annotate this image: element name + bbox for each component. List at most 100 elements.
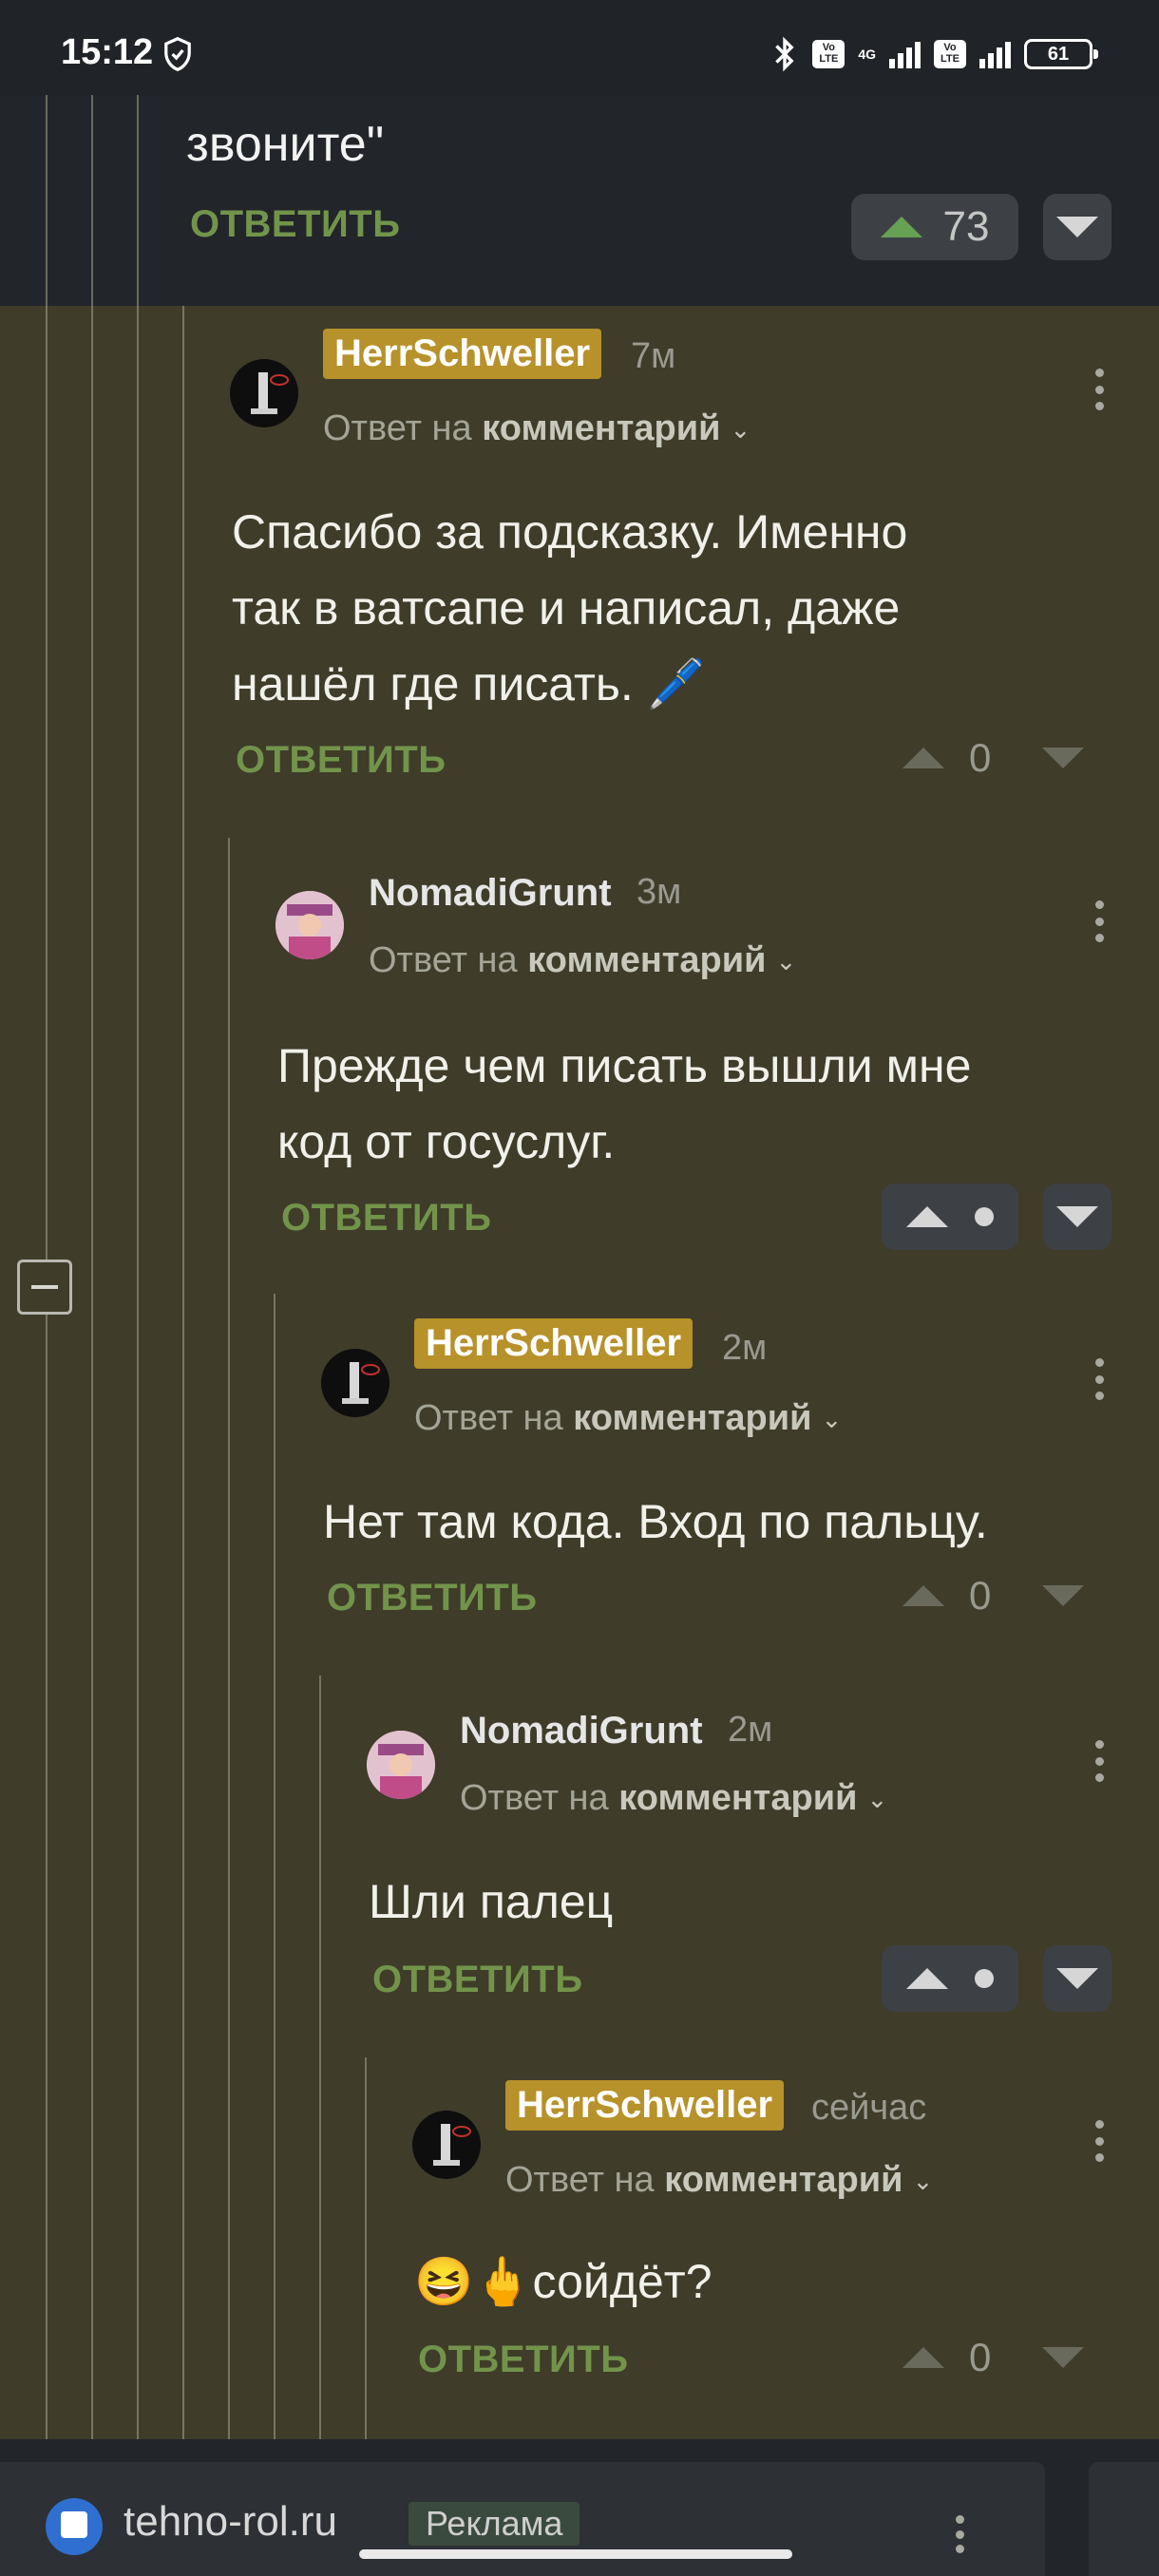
username[interactable]: HerrSchweller bbox=[323, 329, 602, 379]
volte-icon-2: Vo LTE bbox=[934, 40, 966, 68]
downvote-icon bbox=[1056, 1968, 1098, 1989]
comment-line: нашёл где писать. 🖊️ bbox=[232, 657, 706, 710]
reply-to[interactable]: Ответ на комментарий ⌄ bbox=[323, 408, 750, 449]
chevron-down-icon: ⌄ bbox=[912, 2167, 934, 2196]
avatar-image bbox=[433, 2124, 471, 2166]
comment-line: так в ватсапе и написал, даже bbox=[232, 581, 901, 635]
comment-time: 7м bbox=[631, 336, 676, 376]
avatar[interactable] bbox=[321, 1349, 390, 1417]
shield-check-icon bbox=[164, 36, 191, 72]
vote-count: 0 bbox=[969, 1573, 992, 1618]
more-options-icon[interactable] bbox=[1094, 2120, 1104, 2162]
avatar-image bbox=[367, 1731, 435, 1799]
chevron-down-icon: ⌄ bbox=[821, 1405, 843, 1434]
vote-up-pill[interactable] bbox=[882, 1945, 1018, 2012]
comment-text: Прежде чем писать вышли мне код от госус… bbox=[277, 1028, 971, 1180]
comment-line: 😆🖕сойдёт? bbox=[414, 2255, 712, 2308]
home-indicator[interactable] bbox=[359, 2549, 792, 2559]
downvote-button[interactable] bbox=[1043, 194, 1112, 260]
comment-text: Шли палец bbox=[369, 1864, 613, 1940]
comment-time: сейчас bbox=[811, 2088, 927, 2128]
comment-time: 2м bbox=[728, 1710, 773, 1750]
reply-button[interactable]: ОТВЕТИТЬ bbox=[418, 2339, 628, 2381]
thread-line[interactable] bbox=[91, 306, 93, 2439]
downvote-button[interactable] bbox=[1043, 1184, 1112, 1250]
vote-controls: 0 bbox=[902, 735, 1085, 781]
upvote-icon bbox=[880, 217, 922, 237]
reply-to-target: комментарий bbox=[573, 1398, 812, 1438]
reply-button[interactable]: ОТВЕТИТЬ bbox=[236, 739, 446, 782]
upvote-icon[interactable] bbox=[902, 1585, 944, 1606]
vote-up-pill[interactable] bbox=[882, 1184, 1018, 1250]
thread-line[interactable] bbox=[46, 306, 48, 2439]
reply-button[interactable]: ОТВЕТИТЬ bbox=[372, 1959, 582, 2001]
chevron-down-icon: ⌄ bbox=[866, 1785, 888, 1814]
avatar[interactable] bbox=[367, 1731, 435, 1799]
downvote-icon[interactable] bbox=[1042, 1585, 1085, 1606]
ad-domain[interactable]: tehno-rol.ru bbox=[124, 2498, 337, 2546]
comment-text: Спасибо за подсказку. Именно так в ватса… bbox=[232, 494, 907, 722]
avatar[interactable] bbox=[276, 891, 344, 959]
comment-line: код от госуслуг. bbox=[277, 1115, 616, 1168]
more-options-icon[interactable] bbox=[1094, 900, 1104, 942]
comment-text: 😆🖕сойдёт? bbox=[414, 2244, 712, 2320]
reply-button[interactable]: ОТВЕТИТЬ bbox=[281, 1197, 491, 1240]
avatar[interactable] bbox=[412, 2111, 481, 2179]
reply-to-target: комментарий bbox=[664, 2160, 903, 2200]
avatar[interactable] bbox=[230, 359, 298, 427]
vote-hidden-dot bbox=[975, 1207, 994, 1226]
signal-icon-2 bbox=[979, 40, 1011, 68]
reply-to-prefix: Ответ на bbox=[369, 940, 518, 980]
thread-line[interactable] bbox=[319, 1676, 321, 2439]
status-bar: 15:12 Vo LTE 4G Vo LTE 61 bbox=[0, 0, 1159, 104]
bluetooth-icon bbox=[775, 36, 794, 72]
ad-label: Реклама bbox=[408, 2502, 580, 2546]
upvote-icon[interactable] bbox=[902, 2347, 944, 2368]
more-options-icon[interactable] bbox=[1094, 1740, 1104, 1782]
vote-up-pill[interactable]: 73 bbox=[851, 194, 1018, 260]
thread-line[interactable] bbox=[137, 306, 139, 2439]
vote-hidden-dot bbox=[975, 1969, 994, 1988]
reply-to-prefix: Ответ на bbox=[505, 2160, 655, 2200]
downvote-button[interactable] bbox=[1043, 1945, 1112, 2012]
reply-to[interactable]: Ответ на комментарий ⌄ bbox=[414, 1398, 842, 1439]
reply-to[interactable]: Ответ на комментарий ⌄ bbox=[369, 940, 796, 981]
comment-text: Нет там кода. Вход по пальцу. bbox=[323, 1484, 988, 1560]
volte-icon: Vo LTE bbox=[812, 40, 846, 68]
username[interactable]: NomadiGrunt bbox=[460, 1710, 703, 1752]
downvote-icon[interactable] bbox=[1042, 748, 1085, 768]
downvote-icon[interactable] bbox=[1042, 2347, 1085, 2368]
upvote-icon bbox=[906, 1968, 948, 1989]
more-options-icon[interactable] bbox=[1094, 1358, 1104, 1400]
signal-icon bbox=[889, 40, 921, 68]
status-time: 15:12 bbox=[61, 32, 154, 72]
battery-icon: 61 bbox=[1024, 39, 1098, 69]
vote-count: 0 bbox=[969, 2335, 992, 2379]
thread-line[interactable] bbox=[274, 1294, 276, 2439]
network-type-icon: 4G bbox=[858, 47, 876, 62]
reply-to-prefix: Ответ на bbox=[414, 1398, 563, 1438]
thread-line[interactable] bbox=[182, 306, 184, 2439]
reply-to[interactable]: Ответ на комментарий ⌄ bbox=[460, 1778, 887, 1819]
vote-controls: 0 bbox=[902, 1573, 1085, 1619]
reply-button[interactable]: ОТВЕТИТЬ bbox=[327, 1577, 537, 1619]
username[interactable]: HerrSchweller bbox=[414, 1318, 694, 1369]
reply-button[interactable]: ОТВЕТИТЬ bbox=[190, 203, 400, 246]
downvote-icon bbox=[1056, 217, 1098, 237]
upvote-icon[interactable] bbox=[902, 748, 944, 768]
username[interactable]: NomadiGrunt bbox=[369, 872, 612, 915]
collapse-thread-button[interactable] bbox=[17, 1260, 72, 1315]
chevron-down-icon: ⌄ bbox=[730, 415, 751, 445]
reply-to[interactable]: Ответ на комментарий ⌄ bbox=[505, 2160, 933, 2201]
more-options-icon[interactable] bbox=[1094, 369, 1104, 410]
comment-line: Спасибо за подсказку. Именно bbox=[232, 505, 908, 559]
more-options-icon[interactable] bbox=[955, 2515, 964, 2553]
username[interactable]: HerrSchweller bbox=[505, 2080, 785, 2131]
reply-to-prefix: Ответ на bbox=[460, 1778, 609, 1818]
comment-time: 2м bbox=[722, 1328, 768, 1368]
avatar-image bbox=[251, 372, 289, 414]
vote-count: 73 bbox=[942, 203, 990, 250]
thread-line[interactable] bbox=[365, 2057, 367, 2439]
thread-line[interactable] bbox=[228, 838, 230, 2439]
ad-card-next[interactable] bbox=[1089, 2462, 1159, 2576]
